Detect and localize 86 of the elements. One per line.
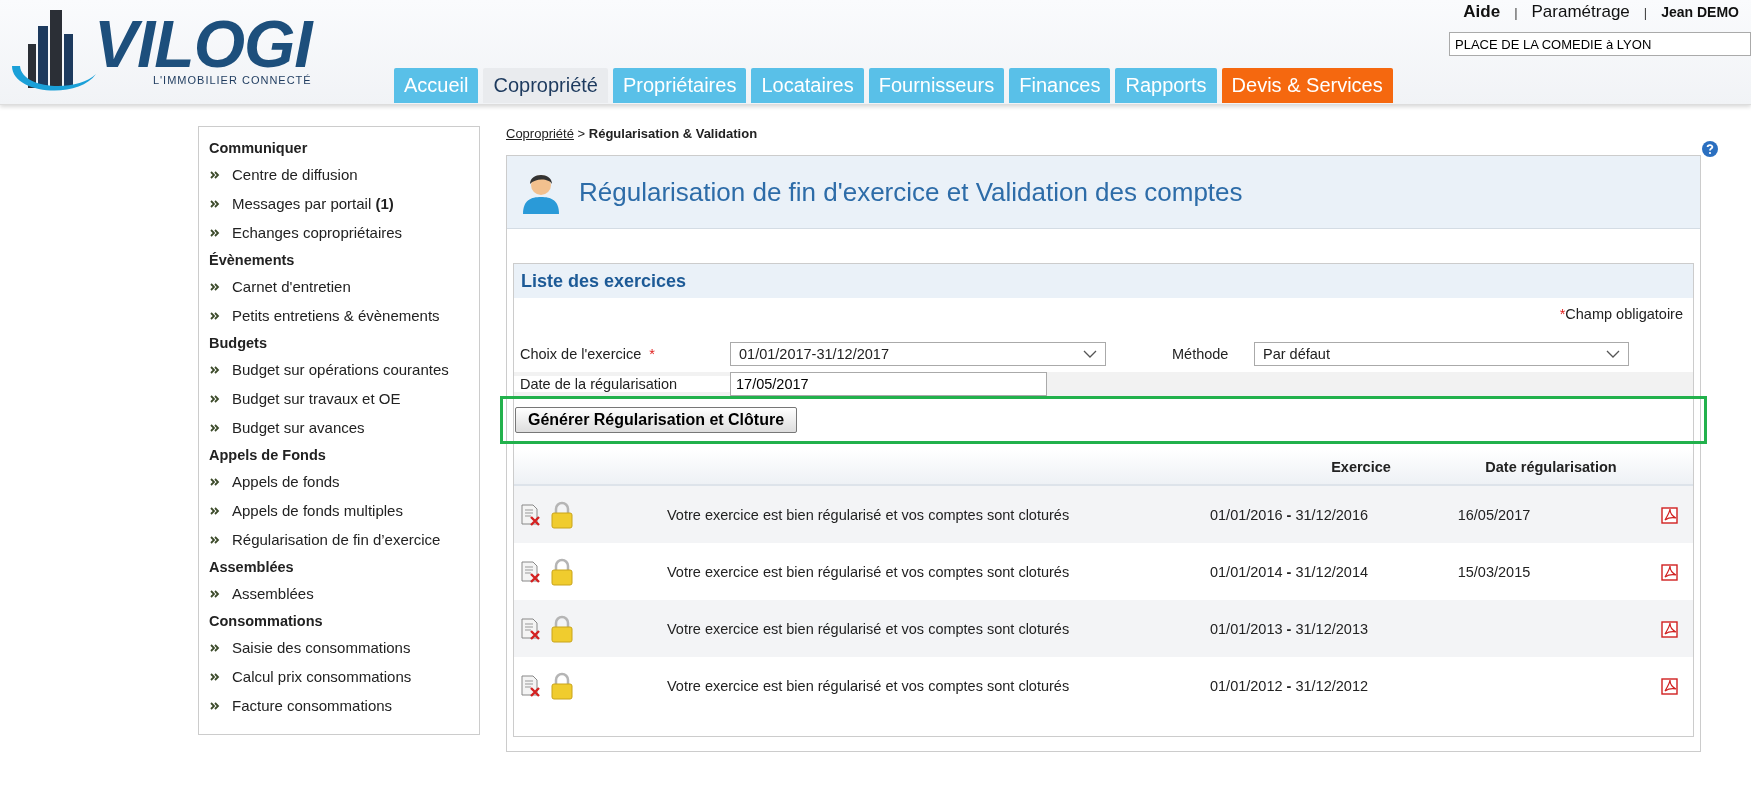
- double-chevron-icon: [210, 701, 220, 710]
- double-chevron-icon: [210, 311, 220, 320]
- logo-wordmark: VILOGI: [94, 14, 312, 74]
- delete-document-icon[interactable]: [519, 559, 543, 584]
- sidebar-link[interactable]: Régularisation de fin d’exercice: [232, 531, 441, 548]
- breadcrumb-link[interactable]: Copropriété: [506, 126, 574, 141]
- top-link[interactable]: Aide: [1463, 2, 1501, 22]
- sidebar-link[interactable]: Echanges copropriétaires: [232, 224, 403, 241]
- double-chevron-icon: [210, 170, 220, 179]
- logo-tagline: L'IMMOBILIER CONNECTÉ: [151, 74, 312, 86]
- status-text: Votre exercice est bien régularisé et vos comptes sont cloturés: [667, 506, 1071, 523]
- field-label: Méthode: [1172, 346, 1230, 362]
- column-header: Exercice: [1330, 459, 1392, 475]
- double-chevron-icon: [210, 535, 220, 544]
- pdf-icon[interactable]: [1661, 619, 1679, 638]
- lock-icon: [551, 671, 573, 700]
- separator: |: [1643, 4, 1648, 20]
- sidebar-heading: Appels de Fonds: [209, 446, 327, 465]
- sidebar-heading: Budgets: [209, 334, 268, 353]
- sidebar-link[interactable]: Budget sur opérations courantes: [232, 361, 449, 378]
- lock-icon: [551, 500, 573, 529]
- pdf-icon[interactable]: [1661, 562, 1679, 581]
- sidebar-link[interactable]: Centre de diffusion: [232, 166, 358, 183]
- residence-field[interactable]: PLACE DE LA COMEDIE à LYON: [1449, 32, 1751, 56]
- double-chevron-icon: [210, 282, 220, 291]
- lock-icon: [551, 557, 573, 586]
- column-header: Date régularisation: [1484, 459, 1618, 475]
- pdf-icon[interactable]: [1661, 676, 1679, 695]
- chevron-down-icon: [1606, 350, 1620, 358]
- sidebar-link[interactable]: Petits entretiens & évènements: [232, 307, 440, 324]
- breadcrumb-current: Régularisation & Validation: [588, 126, 758, 141]
- regularisation-date: 15/03/2015: [1456, 563, 1532, 580]
- breadcrumb-separator: >: [577, 126, 586, 141]
- panel-title: Liste des exercices: [521, 270, 687, 292]
- sidebar-link[interactable]: Saisie des consommations: [232, 639, 411, 656]
- exercise-period: 01/01/2016 - 31/12/2016: [1208, 506, 1370, 523]
- delete-document-icon[interactable]: [519, 673, 543, 698]
- exercise-period: 01/01/2013 - 31/12/2013: [1208, 620, 1370, 637]
- required-mark: *: [649, 346, 655, 362]
- exercise-select[interactable]: 01/01/2017-31/12/2017: [730, 342, 1106, 366]
- sidebar-link[interactable]: Messages par portail (1): [232, 195, 394, 212]
- date-field[interactable]: 17/05/2017: [730, 372, 1047, 396]
- page-title: Régularisation de fin d'exercice et Validation des comptes: [579, 176, 1243, 208]
- sidebar-heading: Assemblées: [209, 558, 295, 577]
- sidebar-link[interactable]: Appels de fonds multiples: [232, 502, 403, 519]
- sidebar-heading: Consommations: [209, 612, 324, 631]
- status-text: Votre exercice est bien régularisé et vos comptes sont cloturés: [667, 620, 1071, 637]
- sidebar-heading: Évènements: [209, 251, 296, 270]
- pdf-icon[interactable]: [1661, 505, 1679, 524]
- double-chevron-icon: [210, 477, 220, 486]
- chevron-down-icon: [1083, 350, 1097, 358]
- double-chevron-icon: [210, 643, 220, 652]
- user-name-link[interactable]: Jean DEMO: [1661, 4, 1739, 20]
- separator: |: [1514, 4, 1518, 20]
- double-chevron-icon: [210, 423, 220, 432]
- double-chevron-icon: [210, 365, 220, 374]
- sidebar-heading: Communiquer: [209, 139, 309, 158]
- double-chevron-icon: [210, 589, 220, 598]
- regularisation-date: 16/05/2017: [1456, 506, 1532, 523]
- help-icon[interactable]: [1702, 141, 1718, 157]
- field-label: Choix de l'exercice: [520, 346, 642, 362]
- sidebar-link[interactable]: Budget sur travaux et OE: [232, 390, 401, 407]
- sidebar-link[interactable]: Appels de fonds: [232, 473, 340, 490]
- status-text: Votre exercice est bien régularisé et vos comptes sont cloturés: [667, 563, 1071, 580]
- sidebar-link[interactable]: Carnet d'entretien: [232, 278, 351, 295]
- sidebar-link[interactable]: Assemblées: [232, 585, 314, 602]
- status-text: Votre exercice est bien régularisé et vos comptes sont cloturés: [667, 677, 1071, 694]
- double-chevron-icon: [210, 506, 220, 515]
- double-chevron-icon: [210, 199, 220, 208]
- exercise-period: 01/01/2014 - 31/12/2014: [1208, 563, 1370, 580]
- sidebar-link[interactable]: Facture consommations: [232, 697, 393, 714]
- double-chevron-icon: [210, 394, 220, 403]
- double-chevron-icon: [210, 228, 220, 237]
- nav-tab[interactable]: Copropriété: [483, 68, 608, 103]
- lock-icon: [551, 614, 573, 643]
- top-link[interactable]: Paramétrage: [1531, 2, 1630, 22]
- sidebar-link[interactable]: Budget sur avances: [232, 419, 365, 436]
- method-select[interactable]: Par défaut: [1254, 342, 1629, 366]
- sidebar-link[interactable]: Calcul prix consommations: [232, 668, 412, 685]
- delete-document-icon[interactable]: [519, 502, 543, 527]
- exercise-period: 01/01/2012 - 31/12/2012: [1208, 677, 1370, 694]
- generate-button[interactable]: Générer Régularisation et Clôture: [515, 407, 798, 433]
- field-label: Date de la régularisation: [520, 376, 678, 392]
- delete-document-icon[interactable]: [519, 616, 543, 641]
- double-chevron-icon: [210, 672, 220, 681]
- required-note: *Champ obligatoire: [1559, 306, 1683, 324]
